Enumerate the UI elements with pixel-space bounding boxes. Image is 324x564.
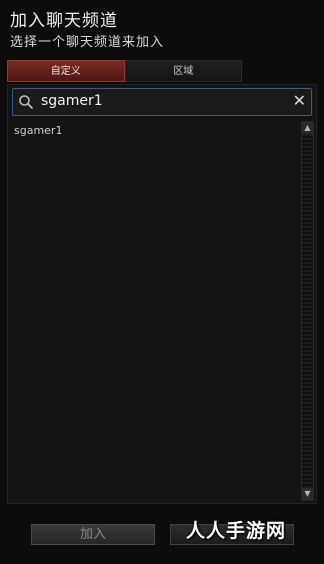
search-icon [19,95,34,110]
tab-region[interactable]: 区域 [124,60,242,82]
tab-custom[interactable]: 自定义 [7,60,125,82]
list-item[interactable]: sgamer1 [10,121,300,140]
channel-tabs: 自定义 区域 [7,60,242,82]
watermark: 人人手游网 [186,520,287,542]
search-input[interactable]: sgamer1 ✕ [12,88,312,116]
scrollbar[interactable]: ▲ ▼ [301,121,314,501]
channel-panel: sgamer1 ✕ sgamer1 ▲ ▼ [7,84,317,504]
scroll-down-icon[interactable]: ▼ [302,488,313,500]
dialog-subtitle: 选择一个聊天频道来加入 [10,35,165,50]
join-button[interactable]: 加入 [31,524,155,545]
dialog-title: 加入聊天频道 [10,11,118,31]
clear-icon[interactable]: ✕ [293,92,306,110]
results-list: sgamer1 [10,121,300,501]
search-value: sgamer1 [41,93,103,109]
scroll-up-icon[interactable]: ▲ [302,122,313,134]
